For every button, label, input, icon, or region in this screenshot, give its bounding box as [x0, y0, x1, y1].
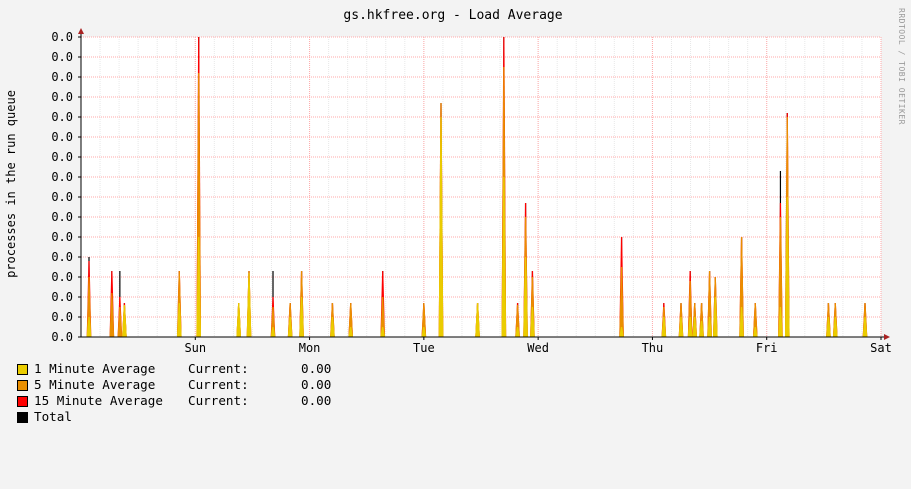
y-tick-label: 0.0: [51, 110, 73, 124]
y-tick-label: 0.0: [51, 230, 73, 244]
y-tick-label: 0.0: [51, 30, 73, 44]
y-tick-label: 0.0: [51, 290, 73, 304]
x-tick-label: Tue: [413, 341, 435, 355]
legend-swatch-total: [17, 412, 28, 423]
legend-current-label-15min: Current:: [188, 393, 249, 408]
legend-current-value-5min: 0.00: [301, 377, 332, 392]
x-tick-label: Fri: [756, 341, 778, 355]
x-axis-arrow: [884, 334, 890, 340]
y-tick-label: 0.0: [51, 170, 73, 184]
legend-item-5min: 5 Minute Average Current: 0.00: [17, 377, 331, 393]
x-axis-ticks: Sun Mon Tue Wed Thu Fri Sat: [184, 337, 892, 355]
legend-label-5min: 5 Minute Average: [34, 377, 156, 392]
legend-item-total: Total: [17, 409, 72, 425]
legend-label-total: Total: [34, 409, 72, 424]
y-axis-label: processes in the run queue: [4, 90, 18, 278]
y-tick-label: 0.0: [51, 210, 73, 224]
x-tick-label: Sat: [870, 341, 892, 355]
y-tick-label: 0.0: [51, 130, 73, 144]
x-tick-label: Thu: [642, 341, 664, 355]
y-tick-label: 0.0: [51, 190, 73, 204]
rrdtool-watermark: RRDTOOL / TOBI OETIKER: [897, 8, 906, 125]
y-tick-label: 0.0: [51, 330, 73, 344]
legend-item-15min: 15 Minute Average Current: 0.00: [17, 393, 331, 409]
y-tick-label: 0.0: [51, 250, 73, 264]
x-tick-label: Wed: [527, 341, 549, 355]
legend-label-15min: 15 Minute Average: [34, 393, 163, 408]
y-axis-arrow: [78, 28, 84, 34]
load-average-chart: gs.hkfree.org - Load Average processes i…: [4, 8, 906, 355]
x-tick-label: Sun: [184, 341, 206, 355]
legend-swatch-5min: [17, 380, 28, 391]
legend: 1 Minute Average Current: 0.00 5 Minute …: [17, 361, 331, 425]
x-tick-label: Mon: [299, 341, 321, 355]
y-tick-label: 0.0: [51, 270, 73, 284]
y-tick-label: 0.0: [51, 150, 73, 164]
y-tick-label: 0.0: [51, 310, 73, 324]
y-tick-label: 0.0: [51, 70, 73, 84]
legend-swatch-1min: [17, 364, 28, 375]
legend-item-1min: 1 Minute Average Current: 0.00: [17, 361, 331, 377]
y-axis-ticks: 0.0 0.0 0.0 0.0 0.0 0.0 0.0 0.0 0.0 0.0 0.0 0.0 0.0 0…: [51, 30, 81, 344]
chart-title: gs.hkfree.org - Load Average: [343, 8, 562, 23]
y-tick-label: 0.0: [51, 50, 73, 64]
legend-swatch-15min: [17, 396, 28, 407]
legend-label-1min: 1 Minute Average: [34, 361, 156, 376]
legend-current-label-1min: Current:: [188, 361, 249, 376]
y-tick-label: 0.0: [51, 90, 73, 104]
legend-current-value-15min: 0.00: [301, 393, 332, 408]
legend-current-label-5min: Current:: [188, 377, 249, 392]
legend-current-value-1min: 0.00: [301, 361, 332, 376]
